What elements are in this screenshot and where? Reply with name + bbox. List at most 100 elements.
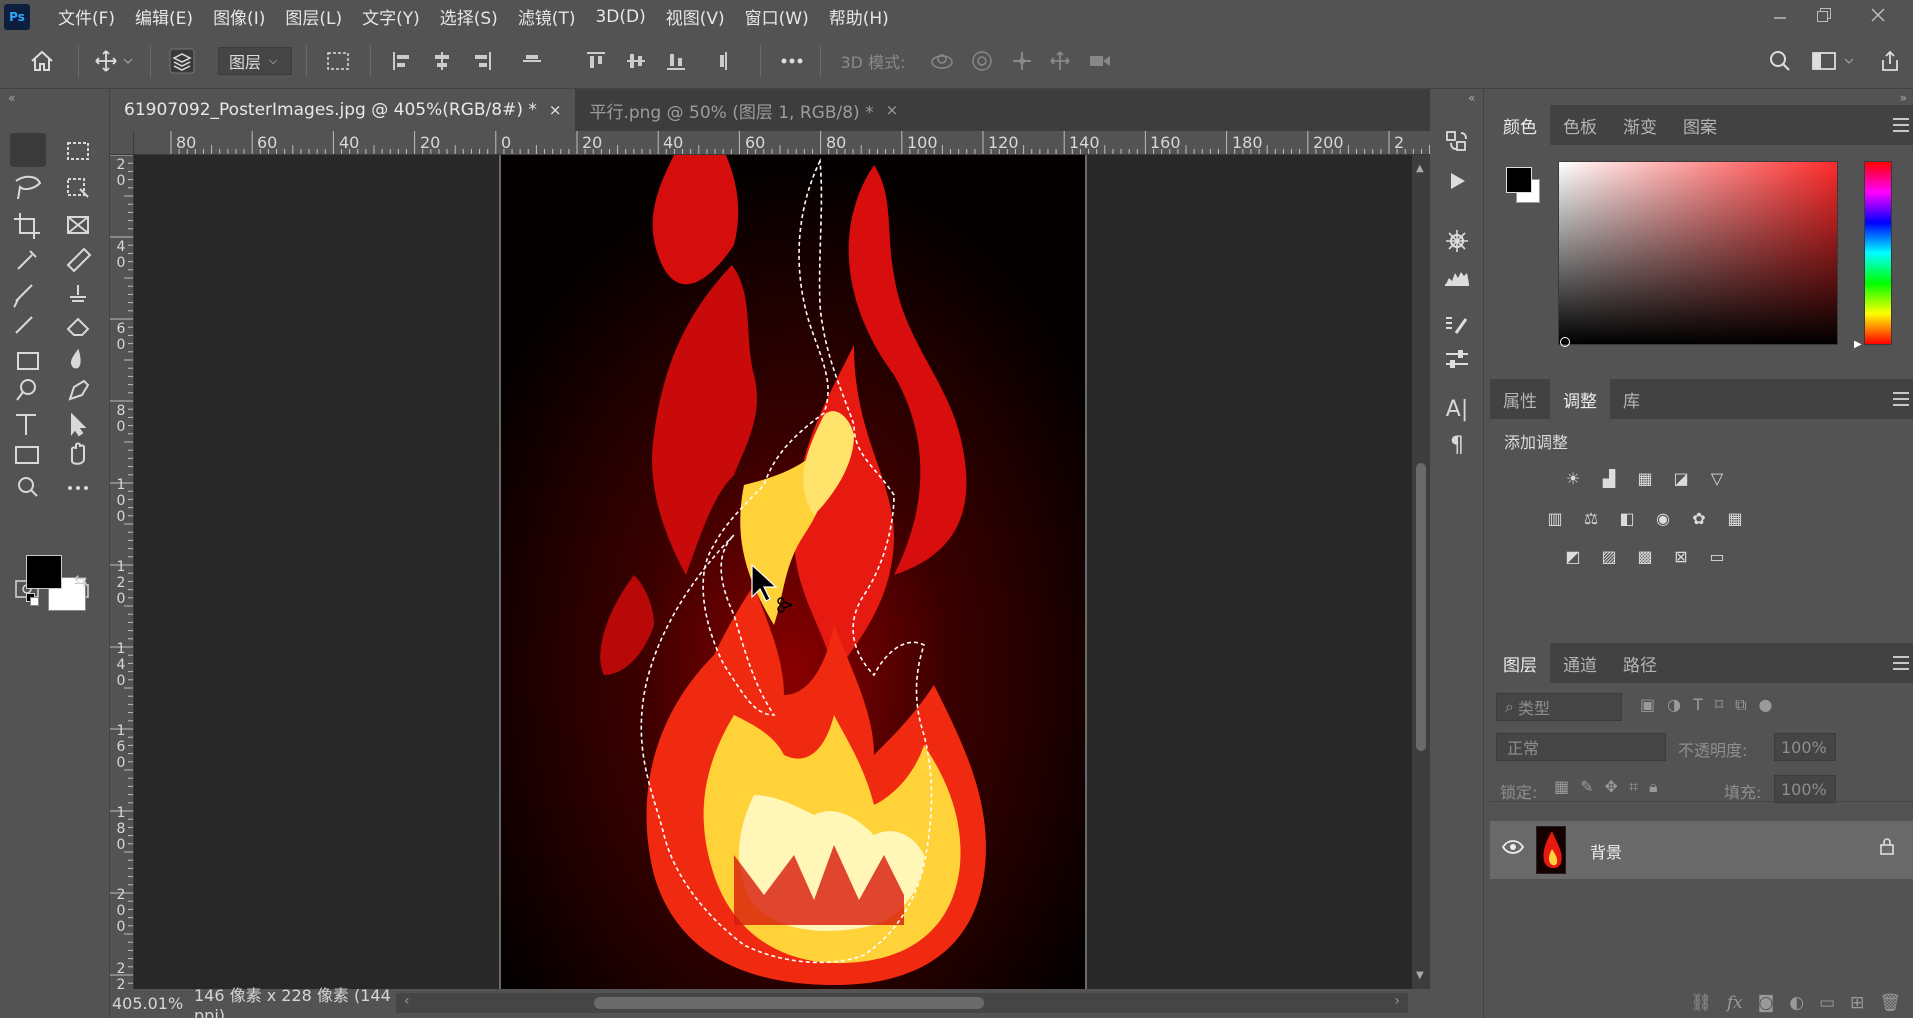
new-layer-icon[interactable]: ⊞ xyxy=(1850,993,1864,1013)
horizontal-ruler[interactable]: 80 60 40 20 0 20 40 60 80 100 120 140 16… xyxy=(134,131,1430,155)
minimize-button[interactable] xyxy=(1758,0,1802,30)
blend-mode-dropdown[interactable]: 正常 xyxy=(1496,733,1666,761)
link-layers-icon[interactable]: ⛓ xyxy=(1690,993,1712,1013)
layer-row[interactable]: 背景 xyxy=(1490,821,1913,879)
gradient-tool[interactable] xyxy=(10,345,46,379)
levels-icon[interactable]: ▟ xyxy=(1596,465,1622,491)
hand-tool[interactable] xyxy=(60,441,96,475)
photo-filter-icon[interactable]: ◉ xyxy=(1650,505,1676,531)
healing-brush-tool[interactable] xyxy=(60,243,96,277)
foreground-color-chip[interactable] xyxy=(1506,167,1532,193)
auto-select-toggle[interactable] xyxy=(162,43,202,79)
fill-field[interactable]: 100% xyxy=(1774,775,1836,803)
tab-patterns[interactable]: 图案 xyxy=(1670,105,1730,145)
scroll-up-icon[interactable]: ▲ xyxy=(1416,163,1424,174)
new-adjustment-icon[interactable]: ◐ xyxy=(1789,993,1804,1013)
lock-position-icon[interactable]: ✥ xyxy=(1605,777,1618,797)
menu-layer[interactable]: 图层(L) xyxy=(275,4,352,29)
frame-tool[interactable] xyxy=(60,207,96,241)
align-left-button[interactable] xyxy=(386,43,418,79)
history-brush-tool[interactable] xyxy=(10,311,46,345)
menu-image[interactable]: 图像(I) xyxy=(203,4,275,29)
color-balance-icon[interactable]: ⚖ xyxy=(1578,505,1604,531)
edit-toolbar-button[interactable] xyxy=(60,473,96,507)
history-panel-button[interactable] xyxy=(1439,123,1475,159)
distribute-vertical-button[interactable] xyxy=(710,43,742,79)
brush-tool[interactable] xyxy=(10,277,46,311)
align-bottom-button[interactable] xyxy=(660,43,692,79)
screen-mode-button[interactable] xyxy=(60,573,96,607)
posterize-icon[interactable]: ▨ xyxy=(1596,543,1622,569)
zoom-tool[interactable] xyxy=(10,473,46,507)
tab-gradients[interactable]: 渐变 xyxy=(1610,105,1670,145)
tab-swatches[interactable]: 色板 xyxy=(1550,105,1610,145)
pan-3d-button[interactable] xyxy=(1006,43,1038,79)
layer-filter-dropdown[interactable]: ⌕ 类型 xyxy=(1496,693,1622,721)
distribute-button[interactable] xyxy=(516,43,548,79)
color-field[interactable] xyxy=(1558,161,1838,345)
lock-transparent-icon[interactable]: ▦ xyxy=(1554,777,1569,797)
menu-edit[interactable]: 编辑(E) xyxy=(125,4,203,29)
invert-icon[interactable]: ◩ xyxy=(1560,543,1586,569)
scroll-right-icon[interactable]: › xyxy=(1394,993,1400,1009)
opacity-field[interactable]: 100% xyxy=(1774,733,1836,761)
vertical-scrollbar[interactable]: ▲ ▼ xyxy=(1412,155,1430,989)
threshold-icon[interactable]: ▩ xyxy=(1632,543,1658,569)
tab-adjustments[interactable]: 调整 xyxy=(1550,379,1610,419)
restore-button[interactable] xyxy=(1802,0,1846,30)
character-panel-button[interactable]: A| xyxy=(1439,391,1475,427)
delete-layer-icon[interactable]: 🗑︎ xyxy=(1879,993,1901,1013)
horizontal-scroll-thumb[interactable] xyxy=(594,997,984,1009)
orbit-3d-button[interactable] xyxy=(926,43,958,79)
layer-name[interactable]: 背景 xyxy=(1590,839,1622,863)
workspace-button[interactable] xyxy=(1808,43,1858,79)
exposure-icon[interactable]: ◪ xyxy=(1668,465,1694,491)
align-right-button[interactable] xyxy=(466,43,498,79)
panel-menu-icon[interactable] xyxy=(1893,118,1909,132)
menu-view[interactable]: 视图(V) xyxy=(656,4,735,29)
vertical-scroll-thumb[interactable] xyxy=(1416,463,1426,751)
brightness-icon[interactable]: ☀ xyxy=(1560,465,1586,491)
layer-style-icon[interactable]: fx xyxy=(1727,993,1743,1013)
color-picker-marker[interactable] xyxy=(1560,337,1570,347)
histogram-panel-button[interactable] xyxy=(1439,259,1475,295)
canvas-viewport[interactable]: ▲ ▼ xyxy=(134,155,1430,989)
vibrance-icon[interactable]: ▽ xyxy=(1704,465,1730,491)
vertical-ruler[interactable]: 20 40 60 80 100 120 140 160 180 200 22 xyxy=(110,155,134,989)
channel-mixer-icon[interactable]: ✿ xyxy=(1686,505,1712,531)
paragraph-panel-button[interactable]: ¶ xyxy=(1439,427,1475,463)
layer-visibility-toggle[interactable] xyxy=(1501,839,1525,859)
navigator-panel-button[interactable] xyxy=(1439,223,1475,259)
close-tab-icon[interactable]: × xyxy=(886,101,899,119)
slide-3d-button[interactable] xyxy=(1044,43,1076,79)
crop-tool[interactable] xyxy=(10,207,46,241)
type-tool[interactable] xyxy=(10,409,46,443)
marquee-tool[interactable] xyxy=(60,133,96,167)
menu-file[interactable]: 文件(F) xyxy=(48,4,125,29)
clone-stamp-tool[interactable] xyxy=(60,277,96,311)
roll-3d-button[interactable] xyxy=(966,43,998,79)
adjustment-filter-icon[interactable]: ◑ xyxy=(1667,695,1681,715)
align-top-button[interactable] xyxy=(580,43,612,79)
auto-select-dropdown[interactable]: 图层 ⌵ xyxy=(218,47,292,75)
horizontal-scrollbar[interactable]: ‹ › xyxy=(396,993,1408,1013)
eyedropper-tool[interactable] xyxy=(10,243,46,277)
brush-settings-button[interactable] xyxy=(1439,307,1475,343)
tab-properties[interactable]: 属性 xyxy=(1490,379,1550,419)
hue-marker-icon[interactable]: ▶ xyxy=(1854,339,1862,350)
smart-filter-icon[interactable]: ⧉ xyxy=(1735,695,1746,715)
tool-presets-button[interactable] xyxy=(1439,341,1475,377)
tab-libraries[interactable]: 库 xyxy=(1610,379,1653,419)
scroll-left-icon[interactable]: ‹ xyxy=(404,993,410,1009)
selective-color-icon[interactable]: ⊠ xyxy=(1668,543,1694,569)
align-hcenter-button[interactable] xyxy=(426,43,458,79)
rectangle-tool[interactable] xyxy=(10,441,46,475)
transform-controls-toggle[interactable] xyxy=(318,43,358,79)
lock-all-icon[interactable]: 🔒︎ xyxy=(1649,777,1658,797)
share-button[interactable] xyxy=(1872,43,1908,79)
close-window-button[interactable] xyxy=(1856,0,1900,30)
black-white-icon[interactable]: ◧ xyxy=(1614,505,1640,531)
eraser-tool[interactable] xyxy=(60,311,96,345)
hue-saturation-icon[interactable]: ▥ xyxy=(1542,505,1568,531)
menu-3d[interactable]: 3D(D) xyxy=(585,7,655,27)
